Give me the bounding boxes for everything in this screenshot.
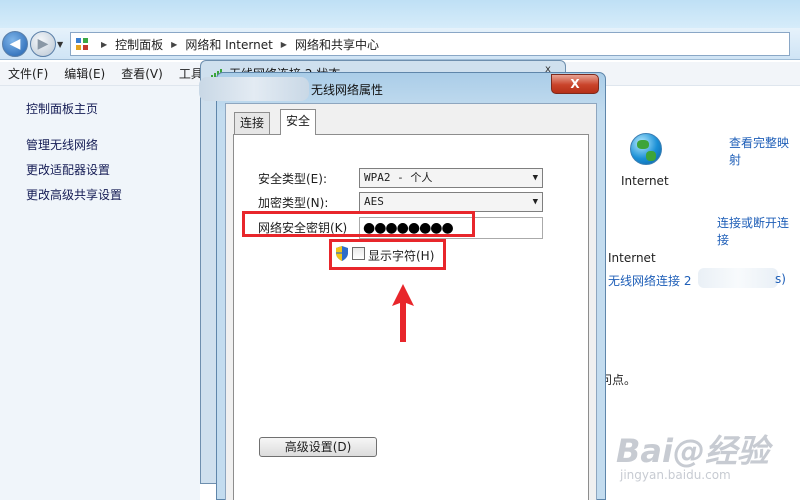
breadcrumb[interactable]: ▶ 控制面板 ▶ 网络和 Internet ▶ 网络和共享中心	[70, 32, 790, 56]
manage-wireless-link[interactable]: 管理无线网络	[26, 136, 98, 153]
security-type-value: WPA2 - 个人	[364, 171, 433, 184]
address-bar: ◀ ▶ ▼ ▶ 控制面板 ▶ 网络和 Internet ▶ 网络和共享中心	[0, 28, 800, 60]
internet-globe-icon	[630, 133, 662, 165]
security-type-label: 安全类型(E):	[258, 172, 327, 186]
tab-security[interactable]: 安全	[280, 109, 317, 135]
forward-arrow-icon[interactable]: ▶	[30, 31, 56, 57]
properties-dialog-title: 无线网络属性	[311, 83, 384, 97]
red-arrow-annotation	[392, 284, 414, 342]
view-full-map-link[interactable]: 查看完整映射	[729, 134, 800, 168]
internet-label: Internet	[621, 174, 669, 188]
breadcrumb-item-network-internet[interactable]: 网络和 Internet	[185, 36, 272, 53]
breadcrumb-separator-icon: ▶	[280, 39, 287, 49]
left-task-pane: 控制面板主页 管理无线网络 更改适配器设置 更改高级共享设置	[0, 86, 200, 500]
encryption-type-label: 加密类型(N):	[258, 196, 329, 210]
watermark-logo-text: Bai@经验	[616, 432, 769, 470]
breadcrumb-item-control-panel[interactable]: 控制面板	[115, 36, 163, 53]
menu-file[interactable]: 文件(F)	[8, 65, 48, 82]
breadcrumb-separator-icon: ▶	[171, 39, 178, 49]
connection-paren: s)	[775, 272, 786, 286]
blurred-network-name	[698, 268, 778, 288]
security-type-select[interactable]: WPA2 - 个人 ▼	[359, 168, 543, 188]
breadcrumb-separator-icon: ▶	[101, 39, 108, 49]
control-panel-icon	[75, 37, 89, 51]
history-dropdown-icon[interactable]: ▼	[57, 40, 63, 49]
watermark-url: jingyan.baidu.com	[620, 468, 731, 482]
access-type-value: Internet	[608, 251, 656, 265]
advanced-settings-button[interactable]: 高级设置(D)	[259, 437, 377, 457]
wireless-connection-link[interactable]: 无线网络连接 2	[608, 272, 691, 289]
back-arrow-icon[interactable]: ◀	[2, 31, 28, 57]
checkbox-highlight-box	[329, 239, 446, 270]
encryption-type-value: AES	[364, 195, 384, 208]
encryption-type-select[interactable]: AES ▼	[359, 192, 543, 212]
menu-view[interactable]: 查看(V)	[121, 65, 163, 82]
menu-edit[interactable]: 编辑(E)	[64, 65, 105, 82]
close-button[interactable]: X	[551, 74, 599, 94]
tab-connection[interactable]: 连接	[234, 112, 271, 134]
chevron-down-icon: ▼	[532, 197, 538, 207]
explorer-title-strip	[0, 0, 800, 28]
chevron-down-icon: ▼	[532, 173, 538, 183]
key-highlight-box	[242, 211, 475, 237]
control-panel-home-link[interactable]: 控制面板主页	[26, 100, 98, 117]
blurred-title-prefix	[199, 77, 309, 101]
breadcrumb-item-sharing-center[interactable]: 网络和共享中心	[295, 36, 379, 53]
change-adapter-link[interactable]: 更改适配器设置	[26, 161, 110, 178]
advanced-sharing-link[interactable]: 更改高级共享设置	[26, 186, 122, 203]
baidu-watermark: Bai@经验 jingyan.baidu.com	[612, 424, 798, 496]
connect-disconnect-link[interactable]: 连接或断开连接	[717, 214, 800, 248]
